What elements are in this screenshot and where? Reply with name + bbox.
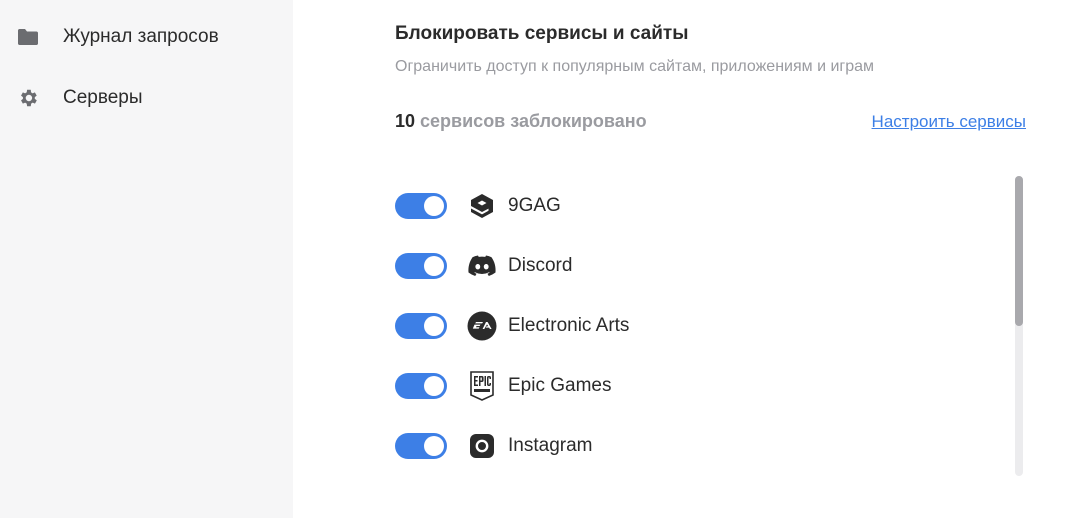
blocked-count-status: 10 сервисов заблокировано	[395, 111, 647, 132]
service-name: Epic Games	[508, 375, 612, 396]
service-name: Instagram	[508, 435, 593, 456]
toggle-knob	[424, 436, 444, 456]
sidebar-item-label: Журнал запросов	[63, 26, 219, 47]
9gag-icon	[467, 191, 497, 221]
service-toggle[interactable]	[395, 253, 447, 279]
toggle-knob	[424, 256, 444, 276]
toggle-knob	[424, 316, 444, 336]
sidebar-item-label: Серверы	[63, 87, 143, 108]
epic-games-icon	[467, 371, 497, 401]
scrollbar-track[interactable]	[1015, 176, 1023, 476]
discord-icon	[467, 251, 497, 281]
service-row-instagram: Instagram	[395, 416, 995, 476]
toggle-knob	[424, 376, 444, 396]
configure-services-link[interactable]: Настроить сервисы	[872, 112, 1026, 132]
gear-icon	[16, 86, 40, 110]
service-row-9gag: 9GAG	[395, 176, 995, 236]
blocked-count-text: сервисов заблокировано	[415, 111, 647, 131]
service-name: Electronic Arts	[508, 315, 630, 336]
service-row-electronic-arts: Electronic Arts	[395, 296, 995, 356]
sidebar: Журнал запросов Серверы	[0, 0, 293, 518]
service-toggle[interactable]	[395, 433, 447, 459]
sidebar-item-query-log[interactable]: Журнал запросов	[16, 22, 219, 52]
blocked-count-number: 10	[395, 111, 416, 131]
instagram-icon	[467, 431, 497, 461]
service-toggle[interactable]	[395, 313, 447, 339]
services-list: 9GAG Discord Electronic Arts Epic Games	[395, 176, 995, 476]
toggle-knob	[424, 196, 444, 216]
sidebar-item-servers[interactable]: Серверы	[16, 83, 143, 113]
section-title: Блокировать сервисы и сайты	[395, 23, 689, 44]
service-name: 9GAG	[508, 195, 561, 216]
service-row-epic-games: Epic Games	[395, 356, 995, 416]
service-name: Discord	[508, 255, 573, 276]
section-subtitle: Ограничить доступ к популярным сайтам, п…	[395, 58, 875, 75]
scrollbar-thumb[interactable]	[1015, 176, 1023, 326]
service-toggle[interactable]	[395, 193, 447, 219]
main-panel: Блокировать сервисы и сайты Ограничить д…	[293, 0, 1077, 518]
folder-icon	[16, 25, 40, 49]
service-row-discord: Discord	[395, 236, 995, 296]
ea-icon	[467, 311, 497, 341]
service-toggle[interactable]	[395, 373, 447, 399]
